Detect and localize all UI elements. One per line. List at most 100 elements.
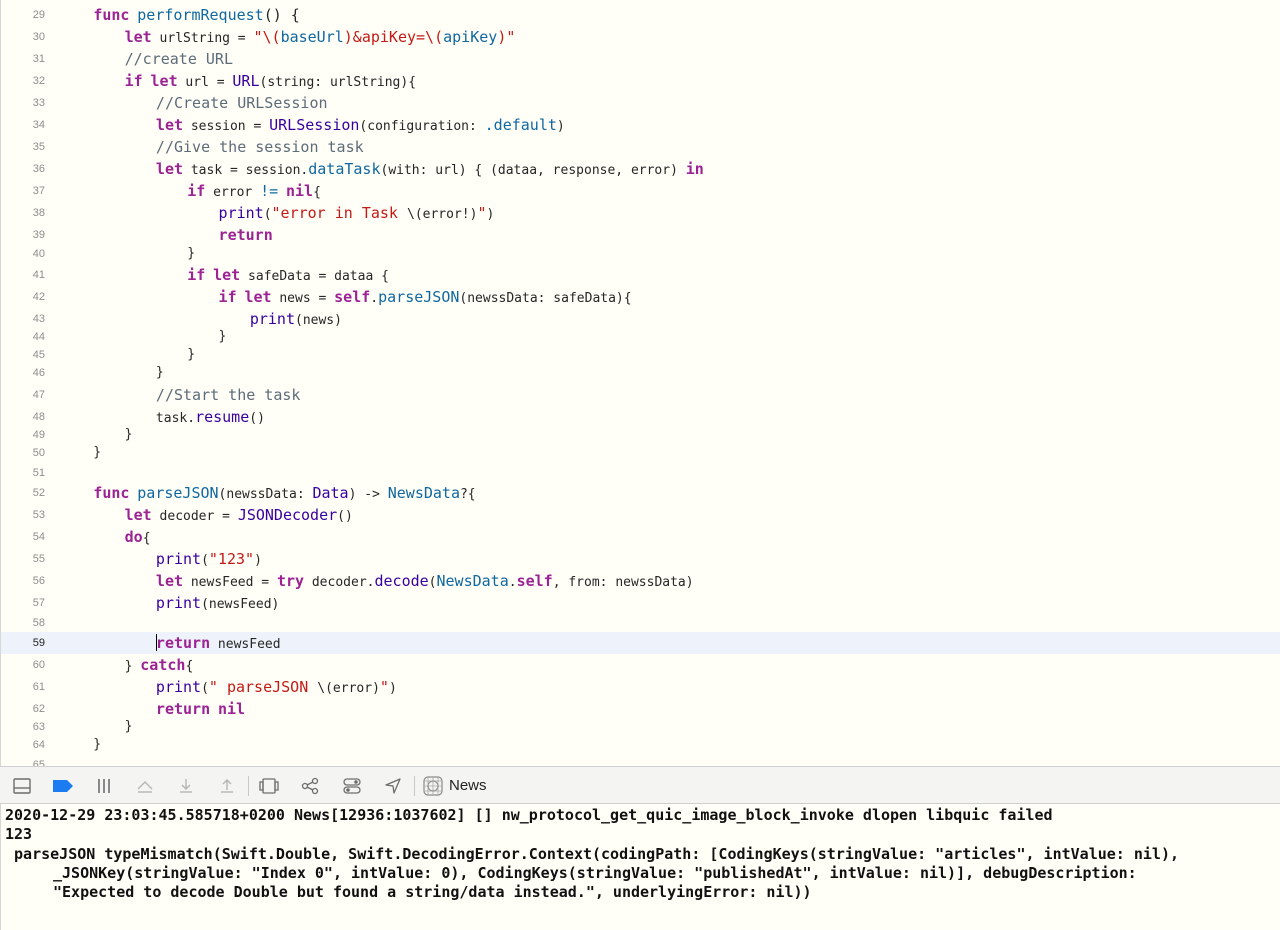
step-into-icon[interactable] bbox=[175, 775, 197, 797]
line-number: 38 bbox=[32, 207, 45, 219]
code-token: "error in Task bbox=[271, 204, 407, 222]
code-line[interactable]: 55 print("123") bbox=[1, 548, 1280, 570]
code-token: print bbox=[155, 678, 202, 696]
code-text: if error != nil{ bbox=[62, 180, 321, 204]
line-number: 46 bbox=[32, 367, 45, 379]
code-token: in bbox=[685, 160, 704, 178]
line-number: 34 bbox=[32, 119, 45, 131]
code-line[interactable]: 41 if let safeData = dataa { bbox=[1, 264, 1280, 286]
code-token: " parseJSON bbox=[208, 678, 318, 696]
code-line[interactable]: 37 if error != nil{ bbox=[1, 180, 1280, 202]
scheme-label[interactable]: News bbox=[449, 777, 487, 794]
code-token: } bbox=[62, 246, 196, 261]
code-line[interactable]: 36 let task = session.dataTask(with: url… bbox=[1, 158, 1280, 180]
code-line[interactable]: 52 func parseJSON(newssData: Data) -> Ne… bbox=[1, 482, 1280, 504]
line-number: 43 bbox=[32, 313, 45, 325]
line-number: 56 bbox=[32, 575, 45, 587]
code-token: { bbox=[185, 659, 194, 674]
code-line[interactable]: 35 //Give the session task bbox=[1, 136, 1280, 158]
code-line[interactable]: 31 //create URL bbox=[1, 48, 1280, 70]
view-hierarchy-icon[interactable] bbox=[258, 775, 280, 797]
code-line[interactable]: 46 } bbox=[1, 362, 1280, 384]
code-token: ( bbox=[428, 575, 437, 590]
code-token: url = bbox=[177, 75, 233, 90]
console-output[interactable]: 2020-12-29 23:03:45.585718+0200 News[129… bbox=[0, 804, 1280, 930]
line-number: 44 bbox=[32, 331, 45, 343]
code-text: let urlString = "\(baseUrl)&apiKey=\(api… bbox=[62, 26, 516, 50]
code-token: )&apiKey=\( bbox=[343, 28, 444, 46]
code-text: func parseJSON(newssData: Data) -> NewsD… bbox=[62, 482, 475, 506]
environment-overrides-icon[interactable] bbox=[341, 775, 363, 797]
line-number: 60 bbox=[32, 659, 45, 671]
breakpoints-toggle-icon[interactable] bbox=[52, 775, 74, 797]
console-line: _JSONKey(stringValue: "Index 0", intValu… bbox=[53, 864, 1137, 882]
code-line[interactable]: 50 } bbox=[1, 442, 1280, 464]
code-line[interactable]: 64 } bbox=[1, 734, 1280, 756]
code-token: , from: newssData) bbox=[552, 575, 694, 590]
line-number: 32 bbox=[32, 75, 45, 87]
code-line[interactable]: 29 func performRequest() { bbox=[1, 4, 1280, 26]
code-token: () bbox=[337, 509, 353, 524]
code-token: decode bbox=[374, 572, 429, 590]
code-token: baseUrl bbox=[280, 28, 344, 46]
code-line[interactable]: 60 } catch{ bbox=[1, 654, 1280, 676]
code-token: print bbox=[155, 550, 202, 568]
code-token: print bbox=[155, 594, 202, 612]
code-line[interactable]: 51 bbox=[1, 462, 1280, 484]
code-line[interactable]: 30 let urlString = "\(baseUrl)&apiKey=\(… bbox=[1, 26, 1280, 48]
code-text: func performRequest() { bbox=[62, 4, 300, 28]
line-number: 47 bbox=[32, 389, 45, 401]
code-line[interactable]: 58 bbox=[1, 612, 1280, 634]
code-token: let bbox=[150, 72, 178, 90]
code-line[interactable]: 57 print(newsFeed) bbox=[1, 592, 1280, 614]
code-token: if bbox=[124, 72, 143, 90]
code-line[interactable]: 59 return newsFeed bbox=[1, 632, 1280, 654]
code-text: print("123") bbox=[62, 548, 262, 572]
line-number: 49 bbox=[32, 429, 45, 441]
code-line[interactable]: 34 let session = URLSession(configuratio… bbox=[1, 114, 1280, 136]
line-number: 42 bbox=[32, 291, 45, 303]
hide-debug-area-icon[interactable] bbox=[11, 775, 33, 797]
code-token: self bbox=[516, 572, 553, 590]
code-token: newsFeed = bbox=[183, 575, 277, 590]
code-text: print("error in Task \(error!)") bbox=[62, 202, 495, 226]
code-line[interactable]: 61 print(" parseJSON \(error)") bbox=[1, 676, 1280, 698]
code-line[interactable]: 56 let newsFeed = try decoder.decode(New… bbox=[1, 570, 1280, 592]
code-text: //Give the session task bbox=[62, 136, 364, 160]
code-line[interactable]: 32 if let url = URL(string: urlString){ bbox=[1, 70, 1280, 92]
code-token: .default bbox=[484, 116, 557, 134]
line-number: 53 bbox=[32, 509, 45, 521]
line-number: 57 bbox=[32, 597, 45, 609]
code-line[interactable]: 65 bbox=[1, 754, 1280, 766]
memory-graph-icon[interactable] bbox=[299, 775, 321, 797]
pause-continue-icon[interactable] bbox=[93, 775, 115, 797]
code-token: //Give the session task bbox=[155, 138, 364, 156]
code-line[interactable]: 53 let decoder = JSONDecoder() bbox=[1, 504, 1280, 526]
line-number: 50 bbox=[32, 447, 45, 459]
simulate-location-icon[interactable] bbox=[382, 775, 404, 797]
code-token: JSONDecoder bbox=[237, 506, 338, 524]
code-token: let bbox=[124, 28, 152, 46]
code-line[interactable]: 38 print("error in Task \(error!)") bbox=[1, 202, 1280, 224]
code-line[interactable]: 54 do{ bbox=[1, 526, 1280, 548]
source-editor[interactable]: 29 func performRequest() {30 let urlStri… bbox=[0, 0, 1280, 766]
code-line[interactable]: 33 //Create URLSession bbox=[1, 92, 1280, 114]
code-line[interactable]: 40 } bbox=[1, 243, 1280, 265]
step-over-icon[interactable] bbox=[134, 775, 156, 797]
code-line[interactable]: 42 if let news = self.parseJSON(newssDat… bbox=[1, 286, 1280, 308]
code-token: self bbox=[334, 288, 371, 306]
code-token: } bbox=[62, 719, 133, 734]
code-token: " bbox=[379, 678, 389, 696]
code-token: () { bbox=[263, 6, 300, 24]
debug-bar: News bbox=[0, 766, 1280, 804]
step-out-icon[interactable] bbox=[216, 775, 238, 797]
code-line[interactable]: 47 //Start the task bbox=[1, 384, 1280, 406]
